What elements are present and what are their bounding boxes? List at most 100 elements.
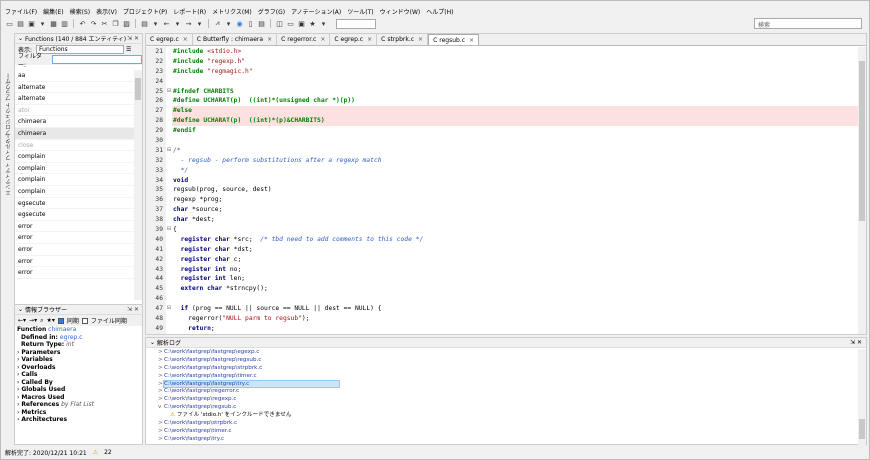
defined-in-link[interactable]: egrep.c — [60, 334, 83, 341]
function-list-item[interactable]: complain — [15, 163, 135, 175]
forward-arrow-icon[interactable]: → — [184, 19, 193, 28]
function-list-item[interactable]: close — [15, 140, 135, 152]
close-icon[interactable]: × — [418, 36, 423, 43]
function-list-item[interactable]: error — [15, 221, 135, 233]
back-arrow-icon[interactable]: ← — [162, 19, 171, 28]
code-line[interactable]: #include "regmagic.h" — [172, 67, 858, 77]
menu-item[interactable]: ヘルプ(H) — [426, 7, 453, 16]
menu-item[interactable]: 検索(S) — [70, 7, 91, 16]
function-list-item[interactable]: chimaera — [15, 127, 135, 140]
log-entry[interactable]: >C:\work\fastgrep\fastgrep\timer.c — [146, 373, 858, 381]
split-icon[interactable]: ▣ — [297, 19, 306, 28]
editor-tab[interactable]: Cegrep.c × — [146, 34, 193, 45]
menu-item[interactable]: レポート(R) — [173, 7, 206, 16]
info-section-label[interactable]: Architectures — [21, 416, 67, 423]
function-list-item[interactable]: error — [15, 256, 135, 268]
tab-entity-filter[interactable]: エンティティ フィルター — [5, 133, 13, 195]
log-entry[interactable]: >C:\work\fastgrep\fastgrep\regsub.c — [146, 357, 858, 365]
code-line[interactable]: register char *src; /* tbd need to add c… — [172, 235, 858, 245]
log-entry[interactable]: >C:\work\fastgrep\fastgrep\egexp.c — [146, 349, 858, 357]
info-section-label[interactable]: Calls — [21, 371, 37, 378]
close-icon[interactable]: × — [367, 36, 372, 43]
code-line[interactable]: char *dest; — [172, 215, 858, 225]
log-entry[interactable]: >C:\work\fastgrep\regerror.c — [146, 388, 858, 396]
menu-item[interactable]: アノテーション(A) — [291, 7, 341, 16]
close-icon[interactable]: × — [320, 36, 325, 43]
info-section-label[interactable]: Metrics — [21, 409, 46, 416]
log-entry-path[interactable]: C:\work\fastgrep\regsub.c — [164, 404, 236, 410]
log-entry-path[interactable]: C:\work\fastgrep\timer.c — [164, 428, 231, 434]
menu-item[interactable]: 表示(V) — [96, 7, 117, 16]
info-section-label[interactable]: Variables — [21, 356, 52, 363]
function-list-scrollbar[interactable] — [134, 70, 142, 300]
code-line[interactable]: /* — [172, 146, 858, 156]
menu-item[interactable]: ツール(T) — [347, 7, 373, 16]
code-line[interactable]: #include <stdio.h> — [172, 47, 858, 57]
log-entry[interactable]: >C:\work\fastgrep\try.c — [146, 436, 858, 444]
layout-icon[interactable]: ◫ — [275, 19, 284, 28]
code-line[interactable]: { — [172, 225, 858, 235]
code-line[interactable]: #ifndef CHARBITS — [172, 87, 858, 97]
scrollbar-thumb[interactable] — [859, 61, 865, 221]
log-entry[interactable]: >C:\work\fastgrep\fastgrep\try.c — [146, 379, 858, 389]
menu-item[interactable]: ウィンドウ(W) — [380, 7, 421, 16]
star-icon[interactable]: ★ — [308, 19, 317, 28]
forward-arrow-icon[interactable]: →▾ — [29, 317, 37, 324]
info-section[interactable]: › References by Flat List — [17, 401, 142, 409]
dropdown-arrow-icon[interactable]: ▾ — [195, 19, 204, 28]
info-section[interactable]: › Called By — [17, 379, 142, 387]
redo-icon[interactable]: ↷ — [89, 19, 98, 28]
paste-icon[interactable]: ▨ — [122, 19, 131, 28]
editor-tab[interactable]: C Butterfly : chimaera × — [193, 34, 278, 45]
code-line[interactable] — [172, 294, 858, 304]
info-section-label[interactable]: Parameters — [21, 349, 60, 356]
editor-tab[interactable]: Cregerror.c × — [277, 34, 331, 45]
undo-icon[interactable]: ↶ — [78, 19, 87, 28]
info-section-label[interactable]: References — [21, 401, 59, 408]
dropdown-arrow-icon[interactable]: ▾ — [173, 19, 182, 28]
analyze-icon[interactable]: ◉ — [235, 19, 244, 28]
editor-tab[interactable]: Cegrep.c × — [330, 34, 378, 45]
search-icon[interactable]: ⌕ — [40, 317, 43, 325]
sync-checkbox[interactable] — [57, 317, 64, 324]
tab-project-browser[interactable]: プロジェクト ブラウザー — [5, 73, 13, 135]
log-warning-entry[interactable]: ⚠ ファイル 'stdio.h' をインクルードできません — [146, 412, 858, 420]
menu-item[interactable]: ファイル(F) — [5, 7, 37, 16]
code-line[interactable] — [172, 136, 858, 146]
function-list-item[interactable]: complain — [15, 151, 135, 163]
open-folder-icon[interactable]: ▤ — [16, 19, 25, 28]
warning-count[interactable]: 22 — [104, 449, 112, 456]
dropdown-arrow-icon[interactable]: ▾ — [224, 19, 233, 28]
info-section[interactable]: › Macros Used — [17, 394, 142, 402]
info-section[interactable]: › Variables — [17, 356, 142, 364]
warning-icon[interactable]: ⚠ — [93, 449, 98, 456]
code-line[interactable]: extern char *strncpy(); — [172, 284, 858, 294]
code-line[interactable]: register int no; — [172, 265, 858, 275]
project-icon[interactable]: ▦ — [49, 19, 58, 28]
code-line[interactable]: regsub(prog, source, dest) — [172, 185, 858, 195]
code-line[interactable]: char *source; — [172, 205, 858, 215]
function-list-item[interactable]: egsecute — [15, 209, 135, 221]
function-list-item[interactable]: chimaera — [15, 116, 135, 128]
dropdown-arrow-icon[interactable]: ▾ — [38, 19, 47, 28]
log-entry-path[interactable]: C:\work\fastgrep\fastgrep\timer.c — [164, 373, 257, 379]
code-line[interactable] — [172, 77, 858, 87]
info-section-label[interactable]: Macros Used — [21, 394, 64, 401]
filter-input[interactable] — [52, 55, 142, 64]
code-line[interactable]: register int len; — [172, 274, 858, 284]
report-icon[interactable]: ▤ — [257, 19, 266, 28]
function-list-item[interactable]: complain — [15, 186, 135, 198]
log-entry-path[interactable]: C:\work\fastgrep\regexp.c — [164, 396, 236, 402]
code-line[interactable]: */ — [172, 166, 858, 176]
info-section[interactable]: › Architectures — [17, 416, 142, 424]
info-section[interactable]: › Metrics — [17, 409, 142, 417]
code-line[interactable]: if (prog == NULL || source == NULL || de… — [172, 304, 858, 314]
copy-icon[interactable]: ❐ — [111, 19, 120, 28]
chevron-down-icon[interactable]: ⌄ — [18, 35, 23, 42]
log-entry-path[interactable]: C:\work\fastgrep\strpbrk.c — [164, 420, 237, 426]
star-icon[interactable]: ★▾ — [46, 317, 54, 324]
code-line[interactable]: register char *dst; — [172, 245, 858, 255]
code-line[interactable]: return; — [172, 324, 858, 334]
log-entry[interactable]: >C:\work\fastgrep\regexp.c — [146, 396, 858, 404]
back-arrow-icon[interactable]: ←▾ — [18, 317, 26, 324]
